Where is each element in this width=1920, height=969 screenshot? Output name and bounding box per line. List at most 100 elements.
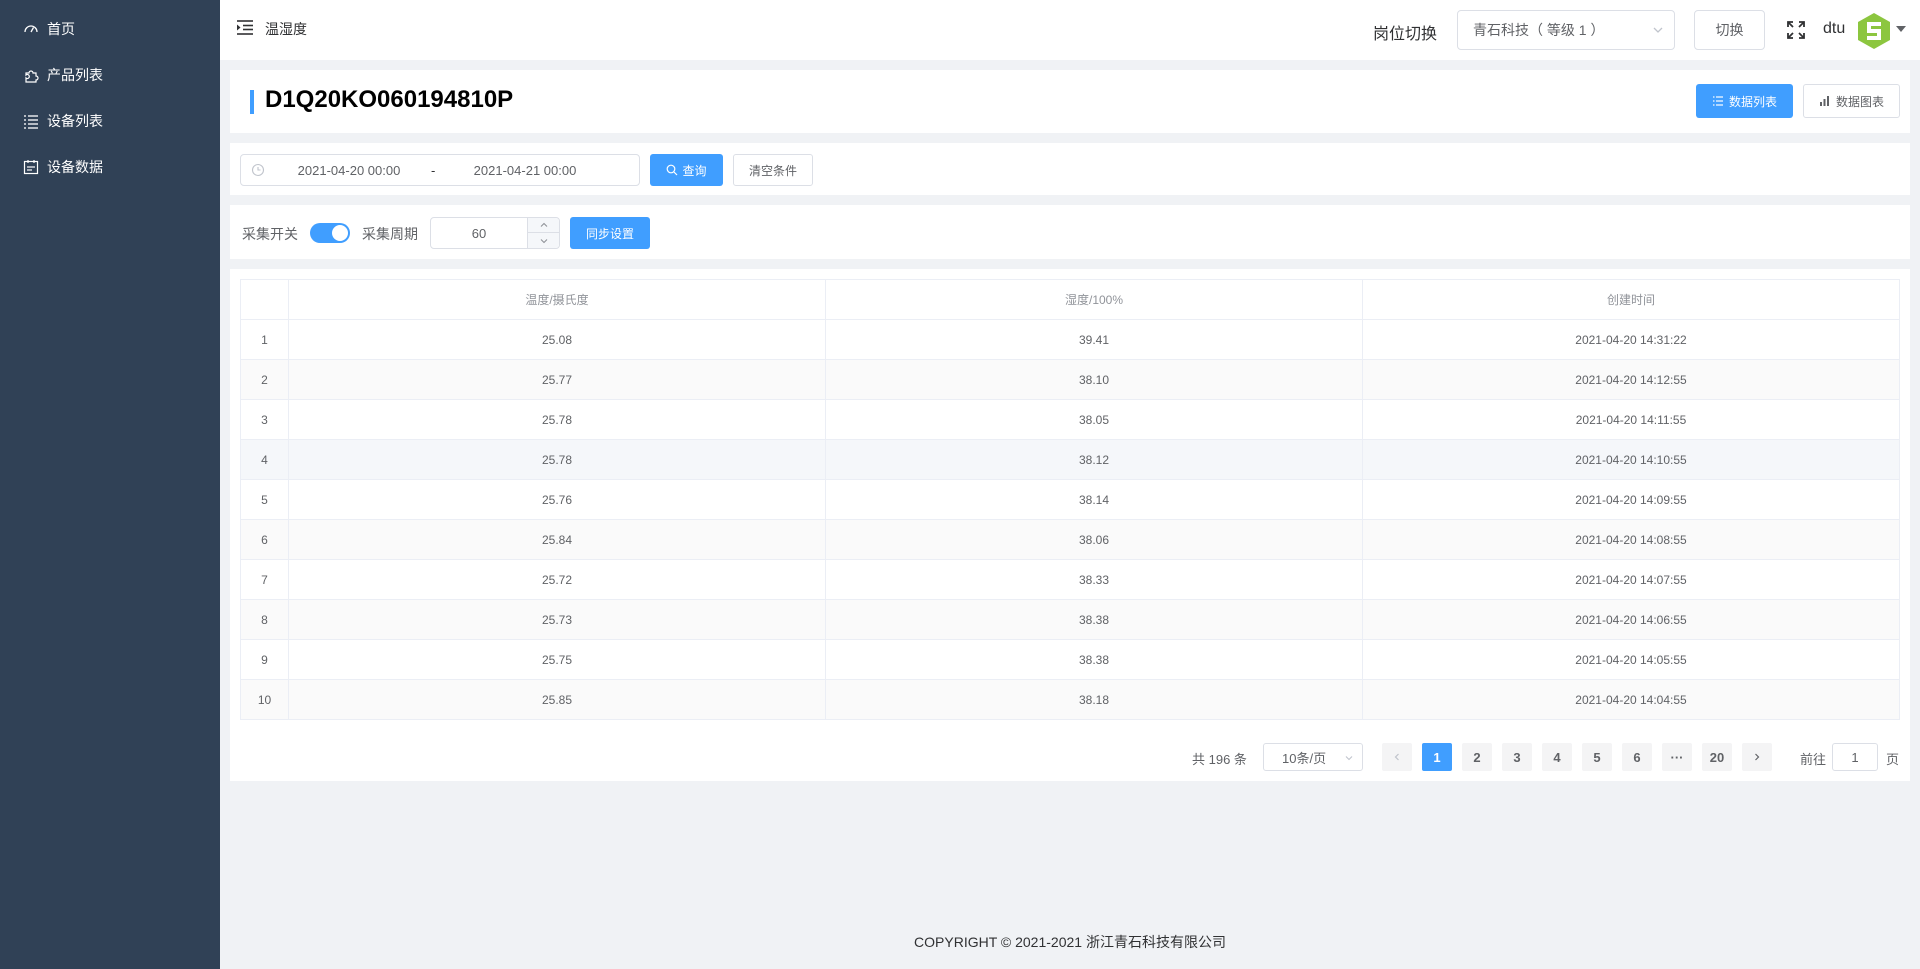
temperature-header: 温度/摄氏度	[288, 279, 826, 320]
sidebar-item-label: 设备数据	[47, 159, 103, 175]
sidebar-item-products[interactable]: 产品列表	[22, 65, 103, 85]
created-time-cell: 2021-04-20 14:04:55	[1362, 679, 1900, 720]
temperature-cell: 25.08	[288, 319, 826, 360]
goto-page-input[interactable]	[1832, 743, 1878, 771]
collect-period-input[interactable]	[431, 218, 527, 248]
humidity-cell: 38.10	[825, 359, 1363, 400]
page-5-button[interactable]: 5	[1582, 743, 1612, 771]
page-2-button[interactable]: 2	[1462, 743, 1492, 771]
search-button[interactable]: 查询	[650, 154, 723, 186]
user-menu-caret-icon[interactable]	[1896, 26, 1906, 32]
more-pages-button[interactable]: ···	[1662, 743, 1692, 771]
temperature-cell: 25.77	[288, 359, 826, 400]
temperature-cell: 25.84	[288, 519, 826, 560]
page-size-select[interactable]: 10条/页	[1263, 743, 1363, 771]
created-time-cell: 2021-04-20 14:06:55	[1362, 599, 1900, 640]
table-row[interactable]: 8 25.73 38.38 2021-04-20 14:06:55	[240, 599, 1900, 640]
table-row[interactable]: 4 25.78 38.12 2021-04-20 14:10:55	[240, 439, 1900, 480]
row-index: 6	[240, 519, 289, 560]
sidebar: 首页 产品列表 设备列表 设备数据	[0, 0, 220, 969]
humidity-cell: 38.18	[825, 679, 1363, 720]
dashboard-icon	[22, 20, 40, 38]
next-page-button[interactable]	[1742, 743, 1772, 771]
created-time-cell: 2021-04-20 14:10:55	[1362, 439, 1900, 480]
page-6-button[interactable]: 6	[1622, 743, 1652, 771]
chevron-down-icon	[540, 238, 547, 243]
created-time-cell: 2021-04-20 14:11:55	[1362, 399, 1900, 440]
created-time-cell: 2021-04-20 14:07:55	[1362, 559, 1900, 600]
query-card: 2021-04-20 00:00 - 2021-04-21 00:00 查询 清…	[230, 143, 1910, 195]
menu-fold-icon[interactable]	[236, 18, 254, 36]
sidebar-item-label: 产品列表	[47, 67, 103, 83]
table-row[interactable]: 1 25.08 39.41 2021-04-20 14:31:22	[240, 319, 1900, 360]
row-index: 7	[240, 559, 289, 600]
table-header-row: 温度/摄氏度 湿度/100% 创建时间	[240, 279, 1900, 320]
decrease-button[interactable]	[527, 233, 559, 248]
date-range-picker[interactable]: 2021-04-20 00:00 - 2021-04-21 00:00	[240, 154, 640, 186]
company-logo[interactable]	[1854, 11, 1894, 51]
page-suffix-label: 页	[1886, 752, 1900, 767]
sidebar-item-label: 设备列表	[47, 113, 103, 129]
data-list-button[interactable]: 数据列表	[1696, 84, 1793, 118]
row-index: 3	[240, 399, 289, 440]
search-icon	[667, 164, 678, 176]
list-icon	[1712, 96, 1723, 106]
user-name[interactable]: dtu	[1823, 20, 1845, 38]
created-time-header: 创建时间	[1362, 279, 1900, 320]
page-4-button[interactable]: 4	[1542, 743, 1572, 771]
row-index: 5	[240, 479, 289, 520]
device-title-card: D1Q20KO060194810P 数据列表 数据图表	[230, 70, 1910, 133]
end-date-input[interactable]: 2021-04-21 00:00	[460, 163, 590, 178]
sidebar-item-device-data[interactable]: 设备数据	[22, 157, 103, 177]
page-3-button[interactable]: 3	[1502, 743, 1532, 771]
pagination: 共 196 条 10条/页 1 2 3 4 5 6 ··· 20 前往 页	[230, 743, 1910, 771]
temperature-cell: 25.72	[288, 559, 826, 600]
prev-page-button[interactable]	[1382, 743, 1412, 771]
collect-settings-card: 采集开关 采集周期 同步设置	[230, 205, 1910, 259]
table-row[interactable]: 5 25.76 38.14 2021-04-20 14:09:55	[240, 479, 1900, 520]
clock-icon	[251, 163, 265, 177]
data-icon	[22, 158, 40, 176]
sidebar-item-label: 首页	[47, 21, 75, 37]
collect-switch-toggle[interactable]	[310, 223, 350, 243]
humidity-cell: 38.14	[825, 479, 1363, 520]
row-index: 2	[240, 359, 289, 400]
page-1-button[interactable]: 1	[1422, 743, 1452, 771]
table-row[interactable]: 6 25.84 38.06 2021-04-20 14:08:55	[240, 519, 1900, 560]
data-chart-button[interactable]: 数据图表	[1803, 84, 1900, 118]
humidity-cell: 38.12	[825, 439, 1363, 480]
role-select[interactable]: 青石科技（ 等级 1 ）	[1457, 10, 1675, 50]
start-date-input[interactable]: 2021-04-20 00:00	[284, 163, 414, 178]
sidebar-item-home[interactable]: 首页	[22, 19, 75, 39]
data-table: 温度/摄氏度 湿度/100% 创建时间 1 25.08 39.41 2021-04-2…	[240, 279, 1900, 720]
list-icon	[22, 112, 40, 130]
temperature-cell: 25.78	[288, 439, 826, 480]
table-row[interactable]: 10 25.85 38.18 2021-04-20 14:04:55	[240, 679, 1900, 720]
table-row[interactable]: 3 25.78 38.05 2021-04-20 14:11:55	[240, 399, 1900, 440]
table-row[interactable]: 7 25.72 38.33 2021-04-20 14:07:55	[240, 559, 1900, 600]
created-time-cell: 2021-04-20 14:31:22	[1362, 319, 1900, 360]
sync-settings-button[interactable]: 同步设置	[570, 217, 650, 249]
index-header	[240, 279, 289, 320]
humidity-cell: 38.33	[825, 559, 1363, 600]
row-index: 4	[240, 439, 289, 480]
pagination-total: 共 196 条	[1192, 752, 1247, 767]
bar-chart-icon	[1819, 96, 1829, 106]
chevron-right-icon	[1755, 753, 1760, 761]
temperature-cell: 25.73	[288, 599, 826, 640]
humidity-cell: 39.41	[825, 319, 1363, 360]
data-chart-label: 数据图表	[1835, 94, 1884, 109]
page-20-button[interactable]: 20	[1702, 743, 1732, 771]
copyright-footer: COPYRIGHT © 2021-2021 浙江青石科技有限公司	[914, 934, 1226, 950]
created-time-cell: 2021-04-20 14:09:55	[1362, 479, 1900, 520]
increase-button[interactable]	[527, 218, 559, 233]
date-separator: -	[431, 163, 436, 178]
table-row[interactable]: 9 25.75 38.38 2021-04-20 14:05:55	[240, 639, 1900, 680]
sidebar-item-devices[interactable]: 设备列表	[22, 111, 103, 131]
switch-role-button[interactable]: 切换	[1694, 10, 1765, 50]
fullscreen-icon[interactable]	[1786, 20, 1806, 40]
collect-period-stepper	[430, 217, 560, 249]
clear-conditions-button[interactable]: 清空条件	[733, 154, 813, 186]
temperature-cell: 25.85	[288, 679, 826, 720]
table-row[interactable]: 2 25.77 38.10 2021-04-20 14:12:55	[240, 359, 1900, 400]
